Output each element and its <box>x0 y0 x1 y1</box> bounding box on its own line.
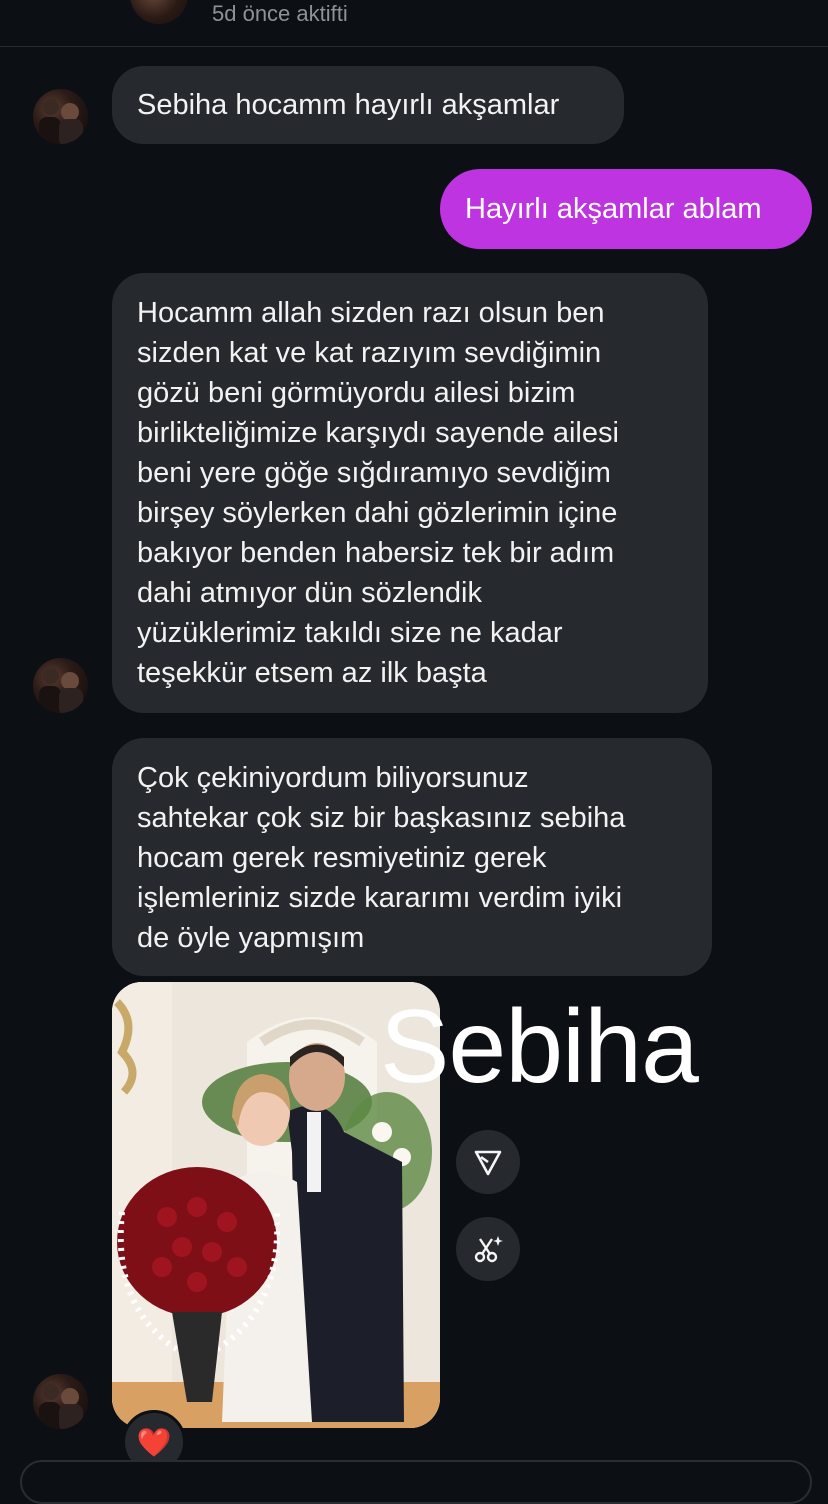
message-bubble-incoming[interactable]: Hocamm allah sizden razı olsun ben sizde… <box>112 273 708 713</box>
message-line: de öyle yapmışım <box>137 922 365 954</box>
contact-avatar[interactable] <box>130 0 188 24</box>
message-line: Çok çekiniyordum biliyorsunuz <box>137 762 529 794</box>
phone-icon[interactable] <box>650 0 694 14</box>
message-text: Hayırlı akşamlar ablam <box>465 193 762 225</box>
sender-avatar[interactable] <box>33 1374 88 1429</box>
message-bubble-incoming[interactable]: Sebiha hocamm hayırlı akşamlar <box>112 66 624 144</box>
ai-edit-button[interactable] <box>456 1217 520 1281</box>
message-line: gözü beni görmüyordu ailesi bizim <box>137 377 576 409</box>
video-camera-icon[interactable] <box>738 0 782 14</box>
message-line: birşey söylerken dahi gözlerimin içine <box>137 497 618 529</box>
message-text: Sebiha hocamm hayırlı akşamlar <box>137 89 560 121</box>
message-line: yüzüklerimiz takıldı size ne kadar <box>137 617 563 649</box>
sender-avatar[interactable] <box>33 658 88 713</box>
sticker-face-icon[interactable] <box>548 0 592 14</box>
message-line: sizden kat ve kat razıyım sevdiğimin <box>137 337 602 369</box>
message-line: teşekkür etsem az ilk başta <box>137 657 487 689</box>
message-composer[interactable] <box>20 1460 812 1504</box>
name-overlay-text: Sebiha <box>380 989 699 1105</box>
share-icon <box>474 1150 502 1176</box>
share-button[interactable] <box>456 1130 520 1194</box>
back-arrow-icon[interactable] <box>58 0 82 10</box>
chat-header: 5d önce aktifti <box>0 0 828 47</box>
sender-avatar[interactable] <box>33 89 88 144</box>
message-line: bakıyor benden habersiz tek bir adım <box>137 537 615 569</box>
message-line: hocam gerek resmiyetiniz gerek <box>137 842 547 874</box>
ai-edit-icon <box>474 1236 503 1263</box>
heart-icon: ❤️ <box>136 1426 172 1458</box>
message-line: beni yere göğe sığdıramıyo sevdiğim <box>137 457 611 489</box>
message-line: dahi atmıyor dün sözlendik <box>137 577 482 609</box>
contact-status: 5d önce aktifti <box>212 1 348 26</box>
message-bubble-incoming[interactable]: Çok çekiniyordum biliyorsunuz sahtekar ç… <box>112 738 712 976</box>
message-line: Hocamm allah sizden razı olsun ben <box>137 297 605 329</box>
message-line: birlikteliğimize karşıydı sayende ailesi <box>137 417 619 449</box>
message-bubble-outgoing[interactable]: Hayırlı akşamlar ablam <box>440 169 812 249</box>
message-line: sahtekar çok siz bir başkasınız sebiha <box>137 802 626 834</box>
message-line: işlemleriniz sizde kararımı verdim iyiki <box>137 882 623 914</box>
